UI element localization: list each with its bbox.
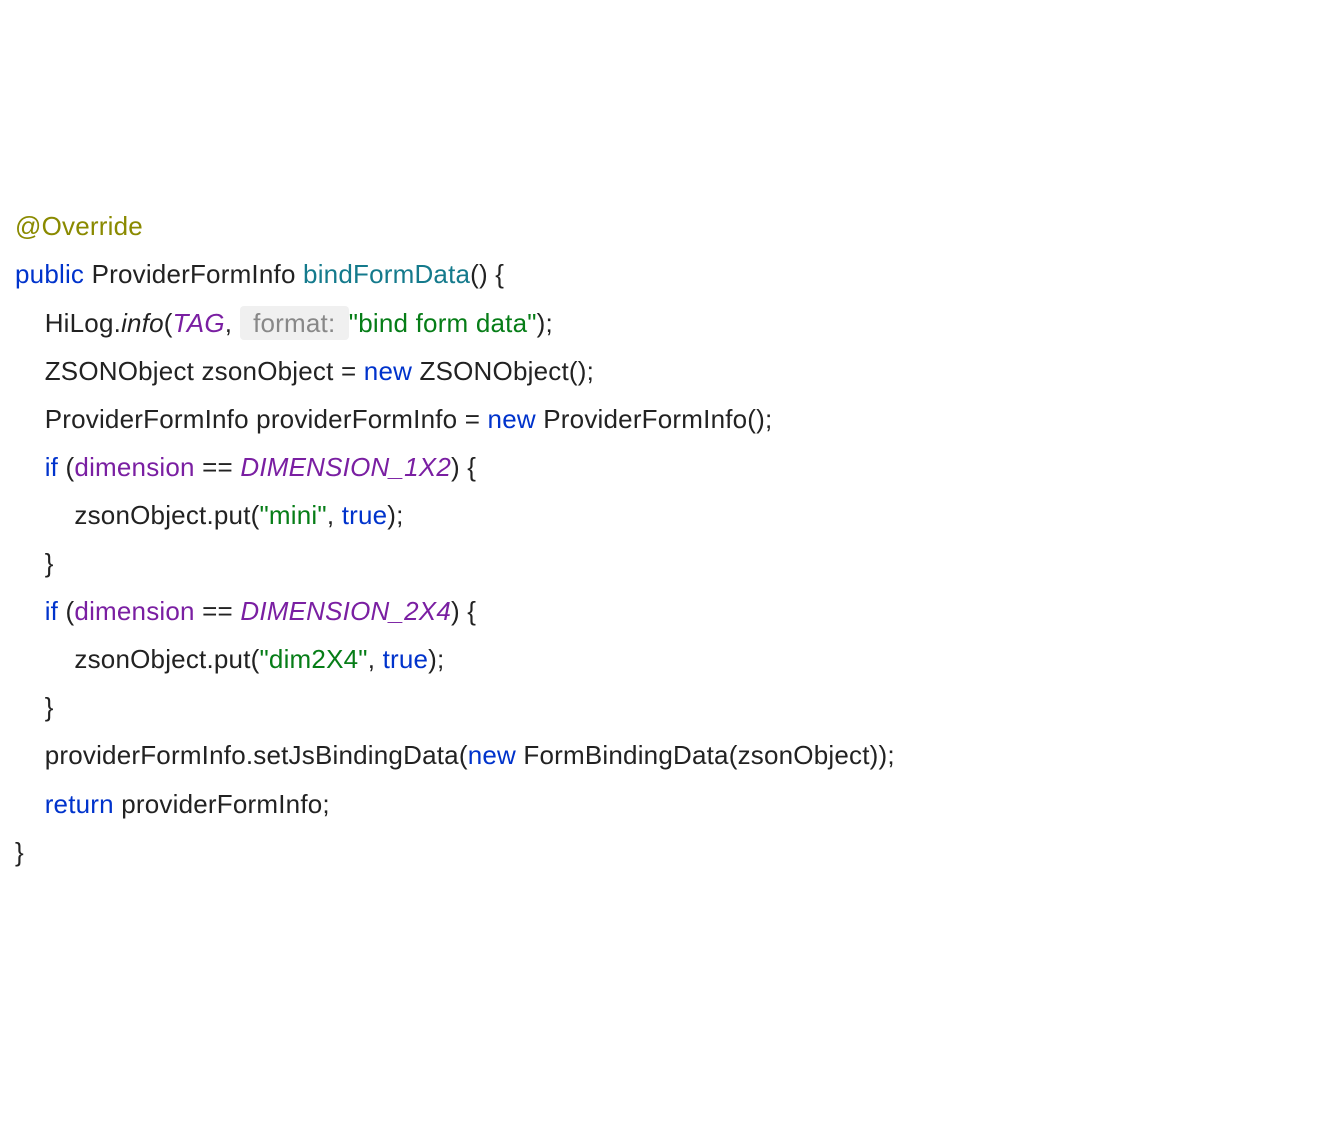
keyword-if: if — [45, 452, 58, 482]
keyword-true: true — [383, 644, 429, 674]
method-bindformdata: bindFormData — [303, 259, 470, 289]
string-bindformdata: "bind form data" — [349, 308, 537, 338]
method-info: info — [121, 308, 164, 338]
stmt-end: ); — [428, 644, 444, 674]
indent — [15, 789, 45, 819]
call-hilog: HiLog. — [15, 308, 121, 338]
indent — [15, 596, 45, 626]
stmt-end: ); — [537, 308, 553, 338]
stmt-end: ); — [387, 500, 403, 530]
keyword-if: if — [45, 596, 58, 626]
brace-close: } — [15, 548, 54, 578]
brace-close: } — [15, 837, 24, 867]
comma: , — [368, 644, 383, 674]
annotation-override: @Override — [15, 211, 143, 241]
field-dimension: dimension — [74, 596, 194, 626]
keyword-new: new — [364, 356, 412, 386]
string-mini: "mini" — [259, 500, 326, 530]
brace-open: () { — [470, 259, 504, 289]
paren-open: ( — [164, 308, 173, 338]
keyword-public: public — [15, 259, 84, 289]
comma: , — [327, 500, 342, 530]
constant-dimension-1x2: DIMENSION_1X2 — [240, 452, 451, 482]
field-dimension: dimension — [74, 452, 194, 482]
constant-dimension-2x4: DIMENSION_2X4 — [240, 596, 451, 626]
code-block: @Override public ProviderFormInfo bindFo… — [15, 202, 1305, 875]
comma: , — [225, 308, 240, 338]
keyword-new: new — [468, 740, 516, 770]
brace-open: ) { — [451, 596, 476, 626]
string-dim2x4: "dim2X4" — [259, 644, 367, 674]
keyword-true: true — [342, 500, 388, 530]
hint-format: format: — [240, 306, 349, 340]
keyword-new: new — [488, 404, 536, 434]
call-put: zsonObject.put( — [15, 644, 259, 674]
ctor-providerforminfo: ProviderFormInfo(); — [536, 404, 773, 434]
keyword-return: return — [45, 789, 114, 819]
ctor-formbindingdata: FormBindingData(zsonObject)); — [516, 740, 895, 770]
constant-tag: TAG — [173, 308, 225, 338]
op-eq: == — [195, 596, 241, 626]
call-setjsbindingdata: providerFormInfo.setJsBindingData( — [15, 740, 468, 770]
decl-zsonobject: ZSONObject zsonObject = — [15, 356, 364, 386]
return-value: providerFormInfo; — [114, 789, 330, 819]
decl-providerforminfo: ProviderFormInfo providerFormInfo = — [15, 404, 488, 434]
type-providerforminfo: ProviderFormInfo — [84, 259, 303, 289]
paren-open: ( — [58, 596, 74, 626]
brace-open: ) { — [451, 452, 476, 482]
op-eq: == — [195, 452, 241, 482]
indent — [15, 452, 45, 482]
brace-close: } — [15, 692, 54, 722]
paren-open: ( — [58, 452, 74, 482]
call-put: zsonObject.put( — [15, 500, 259, 530]
ctor-zsonobject: ZSONObject(); — [412, 356, 594, 386]
